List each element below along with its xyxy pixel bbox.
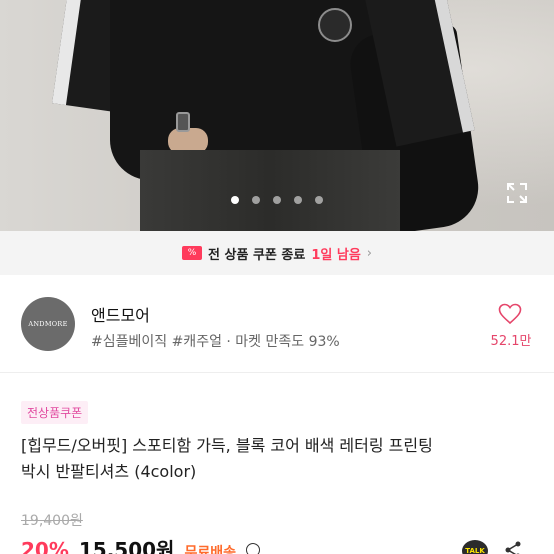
like-count: 52.1만	[490, 334, 532, 349]
wristwatch	[176, 112, 190, 132]
product-title-line-1: [힙무드/오버핏] 스포티함 가득, 블록 코어 배색 레터링 프린팅	[21, 436, 433, 455]
coupon-icon: %	[182, 246, 203, 260]
expand-icon[interactable]	[506, 182, 528, 204]
discount-rate: 20%	[21, 538, 69, 554]
coupon-remaining-days: 1일 남음	[311, 247, 361, 263]
share-icon[interactable]	[503, 540, 523, 554]
product-image[interactable]	[0, 0, 554, 231]
product-title-line-2: 박시 반팔티셔츠 (4color)	[21, 462, 197, 481]
carousel-indicator[interactable]	[0, 196, 554, 204]
info-icon[interactable]	[245, 543, 260, 554]
carousel-dot[interactable]	[273, 196, 281, 204]
shop-info[interactable]: ANDMORE 앤드모어 #심플베이직 #캐주얼 · 마켓 만족도 93% 52…	[0, 275, 554, 373]
coupon-badge: 전상품쿠폰	[21, 401, 89, 424]
product-title: [힙무드/오버핏] 스포티함 가득, 블록 코어 배색 레터링 프린팅 박시 반…	[21, 433, 531, 485]
pants	[140, 150, 400, 231]
free-shipping-label: 무료배송	[184, 545, 236, 554]
carousel-dot[interactable]	[252, 196, 260, 204]
carousel-dot[interactable]	[294, 196, 302, 204]
carousel-dot[interactable]	[231, 196, 239, 204]
shop-name[interactable]: 앤드모어	[91, 302, 150, 326]
shop-tags: #심플베이직 #캐주얼 · 마켓 만족도 93%	[91, 334, 340, 350]
sale-price: 15,500원	[78, 538, 175, 554]
price-row: 20% 15,500원 무료배송	[21, 534, 260, 554]
coupon-banner-text: 전 상품 쿠폰 종료	[208, 247, 306, 263]
original-price: 19,400원	[21, 513, 83, 529]
talk-button[interactable]: TALK	[462, 540, 488, 554]
shop-logo[interactable]: ANDMORE	[21, 297, 75, 351]
heart-icon[interactable]	[498, 303, 522, 325]
carousel-dot[interactable]	[315, 196, 323, 204]
shirt-emblem	[318, 8, 352, 42]
coupon-banner[interactable]: % 전 상품 쿠폰 종료 1일 남음 ›	[0, 231, 554, 275]
chevron-right-icon: ›	[366, 245, 372, 261]
